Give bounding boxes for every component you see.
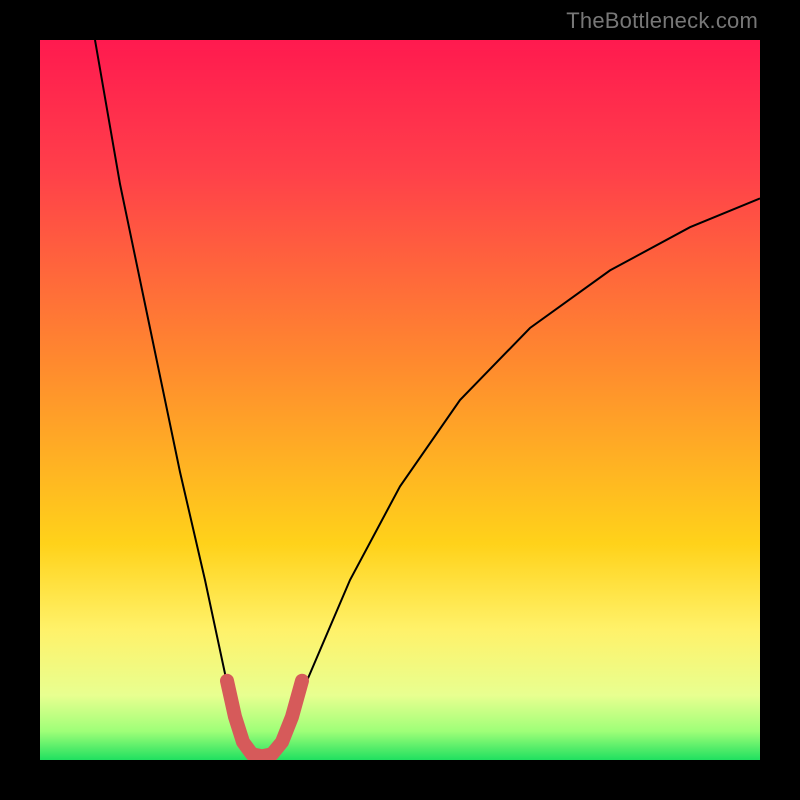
main-curve-path xyxy=(95,40,760,756)
curve-layer xyxy=(40,40,760,760)
overlay-marker-path xyxy=(227,681,302,757)
chart-frame: TheBottleneck.com xyxy=(0,0,800,800)
plot-area xyxy=(40,40,760,760)
watermark-text: TheBottleneck.com xyxy=(566,8,758,34)
